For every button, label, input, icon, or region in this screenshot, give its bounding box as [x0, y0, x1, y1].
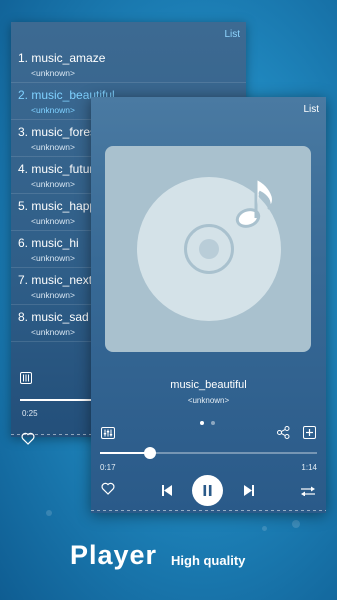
playlist-item-artist: <unknown> [31, 216, 75, 226]
page-dot [211, 421, 216, 425]
disc-center [184, 224, 234, 274]
playlist-item-artist: <unknown> [31, 105, 75, 115]
repeat-icon[interactable] [301, 486, 315, 496]
background-bubble [46, 510, 52, 516]
equalizer-icon[interactable] [20, 372, 32, 384]
playlist-item-title: 7. music_next [18, 273, 93, 287]
playlist-item-title: 1. music_amaze [18, 51, 106, 65]
progress-fill [100, 452, 150, 454]
share-icon[interactable] [277, 426, 290, 439]
previous-icon[interactable] [162, 485, 172, 496]
add-icon[interactable] [303, 426, 316, 439]
page-dot-active [200, 421, 204, 425]
playlist-item-artist: <unknown> [31, 142, 75, 152]
list-button[interactable]: List [303, 104, 319, 115]
equalizer-icon[interactable] [101, 427, 115, 439]
playlist-item-artist: <unknown> [31, 253, 75, 263]
playlist-item-artist: <unknown> [31, 179, 75, 189]
playlist-item[interactable]: 1. music_amaze <unknown> [11, 46, 246, 83]
playlist-item-title: 5. music_happy [18, 199, 103, 213]
playlist-item-artist: <unknown> [31, 290, 75, 300]
duration: 1:14 [301, 463, 317, 472]
background-bubble [292, 520, 300, 528]
current-time: 0:25 [22, 409, 38, 418]
page-indicator [200, 412, 218, 430]
player-card: List music_beautiful <unknown> 0:17 1:14 [91, 97, 326, 513]
playlist-item-title: 8. music_sad [18, 310, 89, 324]
pause-icon [203, 485, 212, 496]
playlist-item-artist: <unknown> [31, 68, 75, 78]
playlist-item-title: 6. music_hi [18, 236, 79, 250]
playlist-item-title: 4. music_future [18, 162, 101, 176]
progress-bar[interactable] [20, 399, 100, 401]
music-note-icon [235, 176, 275, 228]
caption-title: Player [70, 540, 158, 570]
heart-icon[interactable] [101, 482, 115, 495]
caption-subtitle: High quality [171, 553, 246, 568]
disc-hole [199, 239, 219, 259]
album-art [105, 146, 311, 352]
song-title: music_beautiful [170, 379, 247, 391]
current-time: 0:17 [100, 463, 116, 472]
progress-bar[interactable] [100, 447, 317, 459]
progress-knob[interactable] [143, 447, 156, 459]
song-artist: <unknown> [187, 396, 230, 405]
divider [91, 510, 326, 511]
play-pause-button[interactable] [192, 475, 223, 506]
playlist-item-artist: <unknown> [31, 327, 75, 337]
next-icon[interactable] [244, 485, 254, 496]
playlist-item-title: 3. music_forest [18, 125, 100, 139]
list-button[interactable]: List [224, 29, 240, 40]
background-bubble [262, 526, 267, 531]
